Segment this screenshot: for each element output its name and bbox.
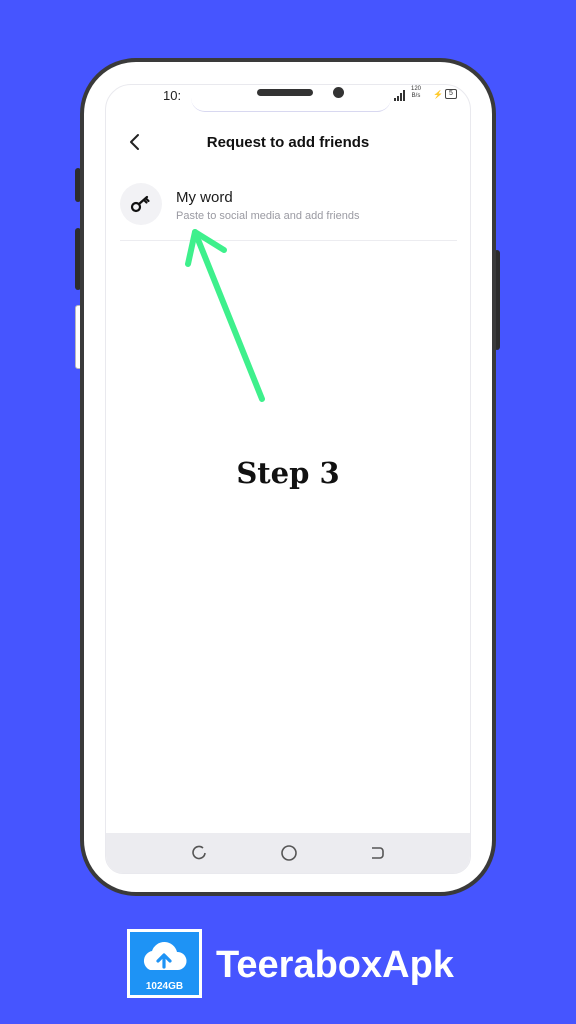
status-bar: 10: 120 B/s ⚡ 5 bbox=[106, 85, 470, 112]
system-navigation-bar bbox=[106, 833, 470, 873]
logo-tile: 1024GB bbox=[130, 932, 199, 995]
logo-caption: 1024GB bbox=[145, 981, 184, 992]
recent-apps-icon[interactable] bbox=[190, 844, 208, 862]
charging-icon: ⚡ bbox=[433, 89, 443, 99]
network-speed-value: 120 bbox=[411, 86, 422, 92]
status-time: 10: bbox=[163, 88, 182, 103]
battery-level: 5 bbox=[444, 89, 457, 99]
my-word-title: My word bbox=[176, 189, 233, 206]
list-divider bbox=[120, 240, 457, 241]
brand-logo: 1024GB bbox=[127, 929, 202, 998]
home-icon[interactable] bbox=[280, 844, 298, 862]
my-word-item[interactable]: My word Paste to social media and add fr… bbox=[120, 181, 457, 241]
page-title: Request to add friends bbox=[206, 134, 370, 151]
back-nav-icon[interactable] bbox=[368, 844, 386, 862]
step-label: Step 3 bbox=[236, 456, 340, 490]
signal-icon bbox=[394, 89, 405, 101]
cloud-upload-icon bbox=[143, 942, 187, 970]
battery-indicator: ⚡ 5 bbox=[433, 89, 457, 99]
brand-name: TeeraboxApk bbox=[216, 944, 454, 986]
network-speed-unit: B/s bbox=[411, 93, 421, 99]
notch bbox=[191, 85, 391, 112]
key-icon bbox=[130, 195, 150, 213]
front-camera bbox=[333, 87, 344, 98]
network-speed: 120 B/s bbox=[411, 86, 421, 100]
key-icon-badge bbox=[120, 183, 162, 225]
page-header: Request to add friends bbox=[106, 129, 470, 157]
speaker-grille bbox=[257, 89, 313, 96]
my-word-subtitle: Paste to social media and add friends bbox=[176, 210, 360, 222]
